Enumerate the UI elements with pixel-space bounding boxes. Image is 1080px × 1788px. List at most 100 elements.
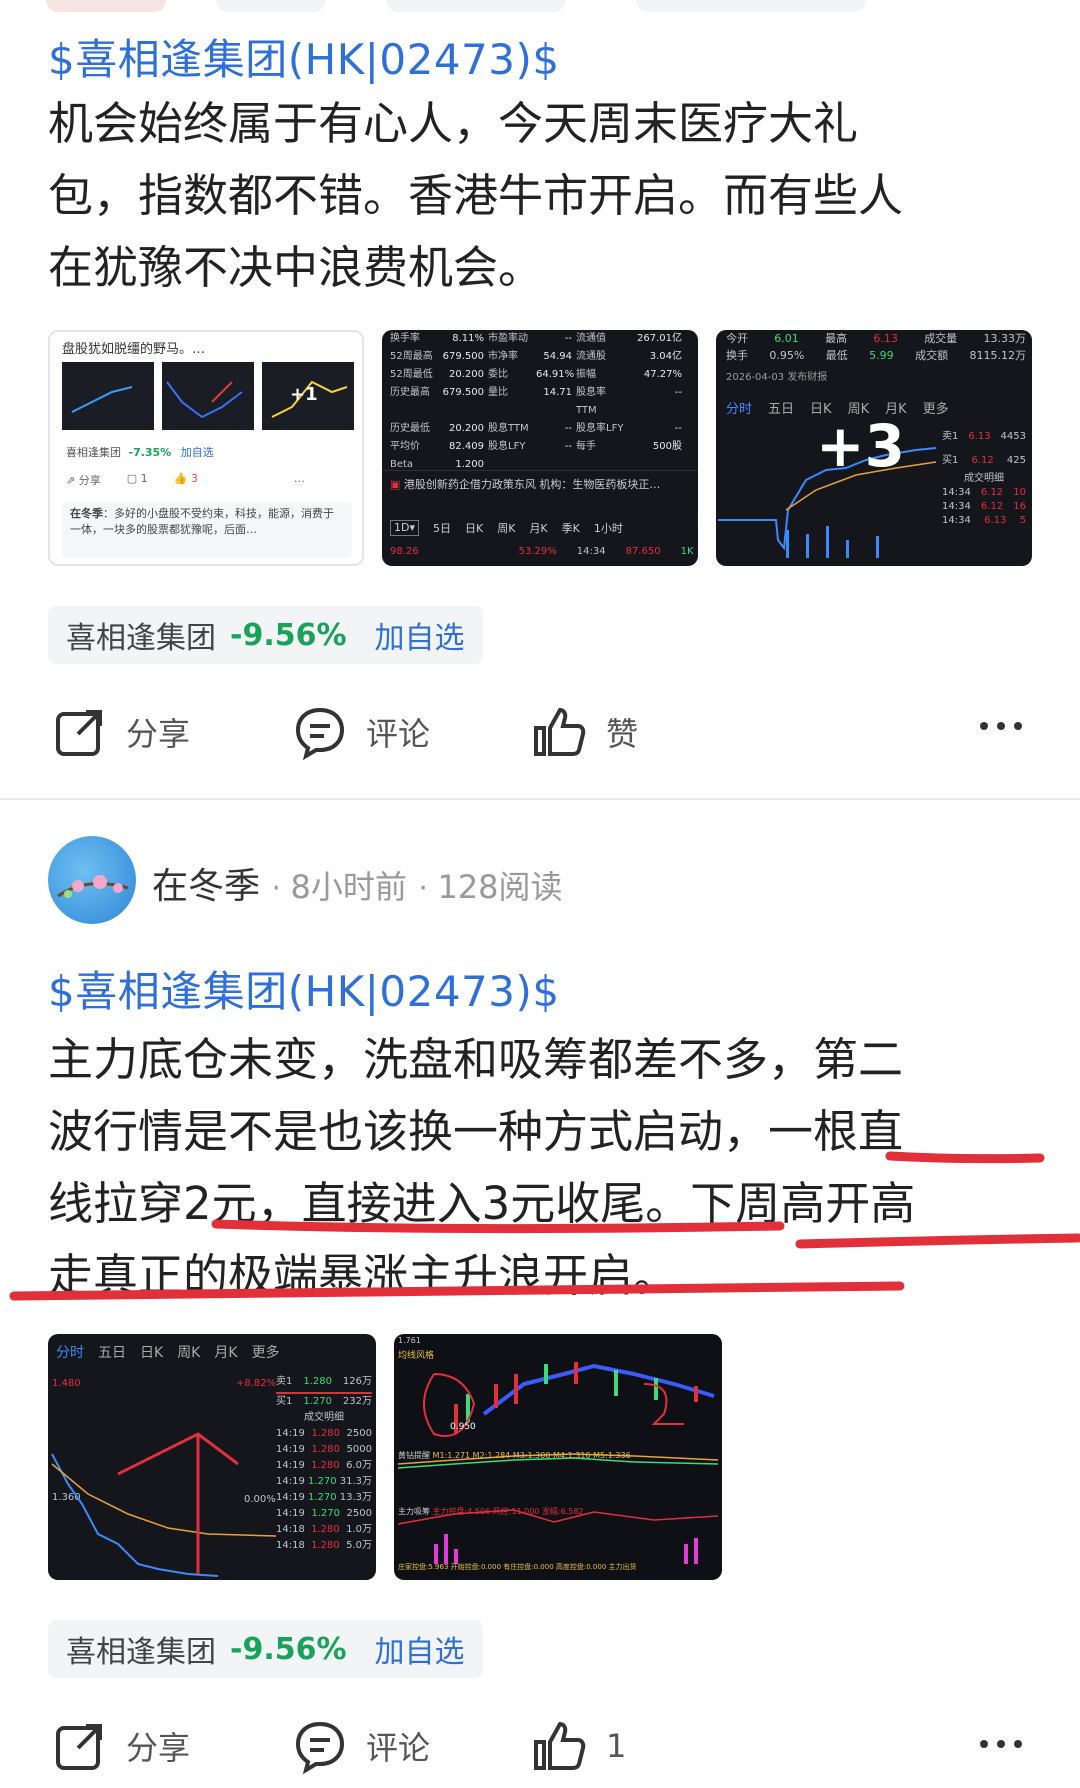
post2-image-2[interactable]: 1.761 均线风格 0.950 黄钻提醒 M1:1.271 M2:1.284 … (394, 1334, 722, 1580)
post1-image-2[interactable]: 换手率 8.11% 市盈率动 -- 流通值 267.01亿 52周最高 679.500 市净率 5… (382, 330, 698, 566)
tab-intraday: 分时 (726, 402, 753, 417)
quote-table-row: 52周最低 20.200 委比 64.91% 振幅 47.27% (390, 366, 690, 384)
quote-table-row: 历史最低 20.200 股息TTM -- 股息率LFY -- (390, 420, 690, 438)
quote-table-cell: 流通股 (576, 351, 606, 362)
post2-comment-button[interactable]: 评论 (292, 1718, 430, 1774)
chip-stock-name: 喜相逢集团 (66, 1635, 216, 1670)
tick-cell: 13.3万 (339, 1492, 372, 1503)
post1-share-button[interactable]: 分享 (52, 704, 190, 760)
top-tab-strip (46, 0, 906, 14)
post1-like-button[interactable]: 赞 (532, 704, 638, 760)
quote-table-cell: 3.04亿 (649, 351, 682, 362)
quote-table-cell: 市盈率动 (488, 333, 528, 344)
more-images-badge: +3 (816, 412, 905, 480)
tick-cell: 1.270 (307, 1476, 337, 1487)
trade-detail-label: 成交明细 (964, 473, 1004, 484)
post1-stock-link[interactable]: $喜相逢集团(HK|02473)$ (48, 26, 560, 87)
post2-stock-chip[interactable]: 喜相逢集团 -9.56% 加自选 (48, 1620, 483, 1678)
tick-cell: 1.270 (311, 1508, 340, 1519)
chip-add-watchlist[interactable]: 加自选 (375, 1627, 465, 1671)
thumb-comment: ▢ 1 (126, 472, 148, 485)
quote-table-cell: 平均价 (390, 441, 420, 452)
author-avatar[interactable] (48, 836, 136, 924)
post1-more-button[interactable] (978, 716, 1042, 736)
tick-cell: 1.280 (311, 1444, 340, 1455)
read-count: 128阅读 (437, 868, 563, 906)
bid-level: 买1 6.12 425 (942, 455, 1026, 466)
post2-like-button[interactable]: 1 (532, 1718, 626, 1774)
bottom-val-5: 1K (680, 546, 694, 557)
tab-1h: 1小时 (593, 522, 623, 535)
indicator-3: 庄家控盘:5.963 开始控盘:0.000 有庄控盘:0.000 高度控盘:0.… (398, 1563, 637, 1571)
quote-table-cell: 股息LFY (488, 441, 526, 452)
quote-table-cell: 股息TTM (488, 423, 529, 434)
thumb-stock-pct: -7.35% (128, 446, 172, 459)
tick-cell: 14:19 (276, 1476, 305, 1487)
post2-more-button[interactable] (978, 1734, 1042, 1754)
more-icon (980, 722, 1022, 730)
tick-cell: 1.280 (311, 1524, 340, 1535)
bid-level: 买1 1.270 232万 (276, 1396, 372, 1407)
ma-line: 黄钻提醒 M1:1.271 M2:1.284 M3:1.300 M4:1.316… (398, 1451, 631, 1460)
thumb-like: 👍 3 (173, 472, 198, 485)
tick-row: 14:19 1.280 5000 (276, 1442, 372, 1458)
post1-image-1[interactable]: 盘股犹如脱缰的野马。… +1 喜相逢集团 -7.35% 加自选 ⇗ 分享 ▢ 1… (48, 330, 364, 566)
avatar-blossom-icon (57, 875, 129, 898)
bottom-val-1: 98.26 (390, 546, 419, 557)
ask-level: 卖1 1.280 126万 (276, 1376, 372, 1387)
quote-table-cell: 52周最高 (390, 351, 433, 362)
quote-table-cell: 振幅 (576, 369, 596, 380)
tick-row: 14:19 1.280 2500 (276, 1426, 372, 1442)
post1-image-3[interactable]: 今开 6.01 最高 6.13 成交量 13.33万 换手 0.95% 最低 5.99 成… (716, 330, 1032, 566)
tab-intraday: 分时 (56, 1345, 84, 1361)
tick-cell: 5000 (346, 1444, 372, 1455)
quote-table-cell: 54.94 (543, 351, 572, 362)
post1-comment-button[interactable]: 评论 (292, 704, 430, 760)
comment-icon (295, 1721, 345, 1774)
chip-stock-pct: -9.56% (230, 617, 347, 653)
tick-cell: 1.280 (311, 1460, 340, 1471)
quote-table-cell: -- (674, 423, 682, 434)
tab-5d: 5日 (433, 522, 451, 535)
quote-table-cell: 20.200 (449, 423, 484, 434)
quote-table-cell (536, 456, 576, 474)
post2-image-1[interactable]: 分时 五日 日K 周K 月K 更多 1.480 1.360 +8.82% 0.0… (48, 1334, 376, 1580)
post-divider (0, 798, 1080, 800)
quote-table-row: 平均价 82.409 股息LFY -- 每手 500股 (390, 438, 690, 456)
quote-table: 换手率 8.11% 市盈率动 -- 流通值 267.01亿 52周最高 679.500 市净率 5… (390, 330, 690, 474)
quote-table-cell: 82.409 (449, 441, 484, 452)
thumb-share: ⇗ 分享 (66, 474, 101, 487)
like-label: 赞 (606, 715, 639, 753)
quote-table-cell: -- (674, 387, 682, 398)
tick-cell: 14:19 (276, 1460, 305, 1471)
quote-table-cell: -- (564, 333, 572, 344)
post1-line-2: 包，指数都不错。香港牛市开启。而有些人 (48, 169, 904, 222)
quote-table-cell (626, 456, 686, 474)
quote-table-row: 历史最高 679.500 量比 14.71 股息率TTM -- (390, 384, 690, 420)
share-icon (56, 710, 102, 756)
tab-more: 更多 (922, 402, 949, 417)
chip-stock-name: 喜相逢集团 (66, 621, 216, 656)
chip-stock-pct: -9.56% (230, 1631, 347, 1667)
more-icon (980, 1740, 1022, 1748)
quote-row-2: 换手 0.95% 最低 5.99 成交额 8115.12万 (726, 349, 1026, 362)
post2-share-button[interactable]: 分享 (52, 1718, 190, 1774)
tab-5day: 五日 (98, 1345, 126, 1361)
quote-table-cell: 市净率 (488, 351, 518, 362)
tick-cell: 31.3万 (339, 1476, 372, 1487)
tick-cell: 14:19 (276, 1444, 305, 1455)
chip-add-watchlist[interactable]: 加自选 (375, 613, 465, 657)
red-underline-marks (9, 1151, 1080, 1301)
author-name[interactable]: 在冬季 (152, 866, 260, 907)
tick-list: 14:19 1.280 2500 14:19 1.280 5000 14:19 1.280 6.… (276, 1426, 372, 1554)
post2-stock-link[interactable]: $喜相逢集团(HK|02473)$ (48, 958, 560, 1019)
quote-table-cell: 20.200 (449, 369, 484, 380)
quote-table-cell: -- (564, 423, 572, 434)
like-count: 1 (606, 1727, 627, 1765)
bottom-val-3: 14:34 (576, 546, 606, 557)
post-time: 8小时前 (290, 868, 407, 906)
bottom-val-2: 53.29% (518, 546, 557, 557)
post1-stock-chip[interactable]: 喜相逢集团 -9.56% 加自选 (48, 606, 483, 664)
tab-dk: 日K (465, 522, 484, 535)
more-images-badge: +1 (290, 384, 318, 405)
